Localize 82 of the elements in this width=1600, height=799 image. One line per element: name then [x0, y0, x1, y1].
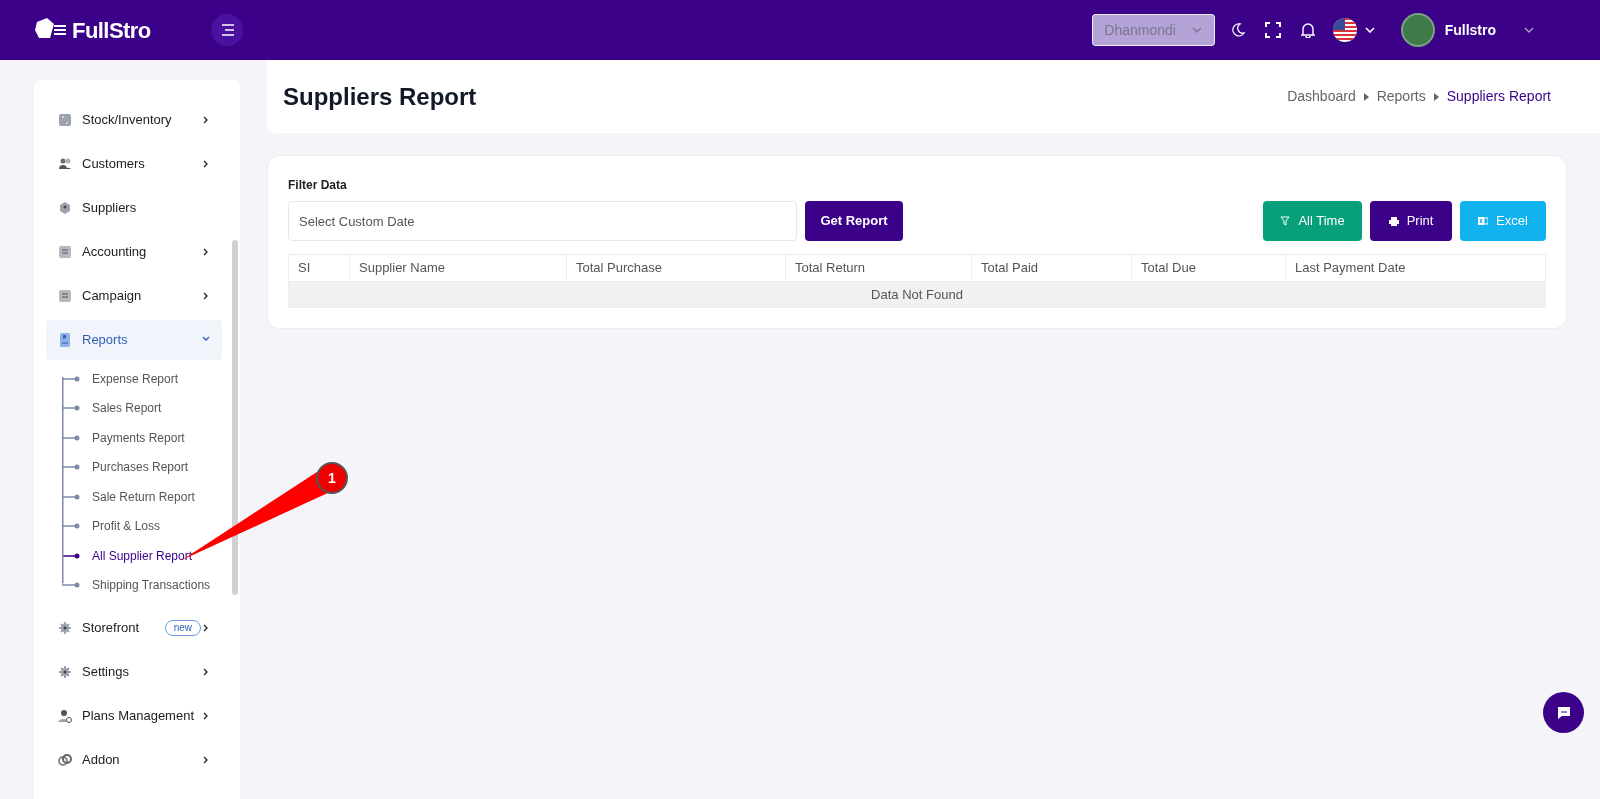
- breadcrumb-link[interactable]: Reports: [1376, 86, 1426, 107]
- column-header: Total Return: [785, 254, 972, 282]
- printer-icon: [1388, 216, 1399, 226]
- column-header: Supplier Name: [349, 254, 567, 282]
- chat-button[interactable]: [1543, 692, 1584, 733]
- notification-icon[interactable]: [1300, 22, 1315, 38]
- connector-icon: [62, 434, 80, 441]
- connector-icon: [62, 375, 80, 382]
- chevron-right-icon: [202, 756, 210, 764]
- sidebar-item[interactable]: Stock/Inventory: [46, 100, 222, 140]
- submenu-item[interactable]: Sales Report: [62, 393, 240, 423]
- spreadsheet-icon: [1478, 216, 1489, 226]
- print-button[interactable]: Print: [1370, 201, 1452, 241]
- chevron-down-icon: [1191, 27, 1202, 33]
- connector-icon: [62, 493, 80, 500]
- chevron-down-icon: [1364, 27, 1375, 33]
- dark-mode-icon[interactable]: [1230, 23, 1245, 37]
- column-header: Total Paid: [971, 254, 1132, 282]
- gear-icon: [58, 665, 72, 679]
- column-header: Total Due: [1131, 254, 1286, 282]
- scrollbar-thumb[interactable]: [232, 240, 238, 595]
- sidebar-item[interactable]: Accounting: [46, 232, 222, 272]
- submenu-item[interactable]: Shipping Transactions: [62, 570, 240, 600]
- breadcrumb-link[interactable]: Dashboard: [1287, 86, 1356, 107]
- submenu-item[interactable]: Payments Report: [62, 423, 240, 453]
- chat-icon: [1555, 704, 1572, 721]
- sidebar-item[interactable]: Campaign: [46, 276, 222, 316]
- date-field[interactable]: Select Custom Date: [288, 201, 797, 241]
- fullscreen-icon[interactable]: [1264, 22, 1281, 38]
- filter-label: Filter Data: [288, 177, 348, 194]
- submenu-item[interactable]: Purchases Report: [62, 452, 240, 482]
- connector-icon: [62, 552, 80, 559]
- submenu-item[interactable]: Profit & Loss: [62, 511, 240, 541]
- chevron-right-icon: [202, 160, 210, 168]
- sidebar-item[interactable]: Plans Management: [46, 696, 222, 736]
- logo-text: FullStro: [72, 16, 151, 45]
- submenu-item[interactable]: Expense Report: [62, 364, 240, 394]
- empty-message: Data Not Found: [288, 281, 1546, 308]
- connector-icon: [62, 464, 80, 471]
- annotation-marker: 1: [316, 462, 348, 494]
- gear-icon: [58, 621, 72, 635]
- chevron-right-icon: [202, 668, 210, 676]
- chevron-right-icon: [202, 116, 210, 124]
- report-icon: [58, 333, 72, 347]
- connector-icon: [62, 405, 80, 412]
- column-header: SI: [288, 254, 350, 282]
- column-header: Total Purchase: [566, 254, 786, 282]
- connector-icon: [62, 582, 80, 589]
- person-icon: [58, 709, 72, 723]
- flag-icon: [1332, 18, 1357, 42]
- submenu-item[interactable]: All Supplier Report: [62, 541, 240, 571]
- sidebar-item[interactable]: Suppliers: [46, 188, 222, 228]
- chevron-right-icon: [202, 624, 210, 632]
- document-icon: [58, 245, 72, 259]
- sidebar-item[interactable]: Storefront new: [46, 608, 222, 648]
- chevron-right-icon: [202, 292, 210, 300]
- column-header: Last Payment Date: [1285, 254, 1546, 282]
- get-report-button[interactable]: Get Report: [805, 201, 903, 241]
- sidebar-item[interactable]: Addon: [46, 740, 222, 780]
- submenu-item[interactable]: Sale Return Report: [62, 482, 240, 512]
- menu-icon: [219, 24, 234, 36]
- page-title: Suppliers Report: [283, 81, 477, 112]
- sidebar-item[interactable]: Reports: [46, 320, 222, 360]
- caret-right-icon: [1433, 92, 1439, 101]
- breadcrumb-link[interactable]: Suppliers Report: [1446, 86, 1551, 107]
- sidebar-item[interactable]: Settings: [46, 652, 222, 692]
- caret-right-icon: [1363, 92, 1369, 101]
- sidebar-item[interactable]: Customers: [46, 144, 222, 184]
- avatar[interactable]: [1400, 13, 1435, 47]
- chevron-right-icon: [202, 248, 210, 256]
- user-name: Fullstro: [1444, 20, 1496, 40]
- link-icon: [58, 753, 72, 767]
- users-icon: [58, 157, 72, 171]
- document-icon: [58, 289, 72, 303]
- language-dropdown[interactable]: [1332, 18, 1375, 42]
- user-badge-icon: [58, 201, 72, 215]
- connector-icon: [62, 523, 80, 530]
- chevron-right-icon: [202, 712, 210, 720]
- menu-button[interactable]: [210, 14, 243, 46]
- box-icon: [58, 113, 72, 127]
- filter-icon: [1280, 216, 1291, 226]
- chevron-down-icon[interactable]: [1524, 27, 1534, 33]
